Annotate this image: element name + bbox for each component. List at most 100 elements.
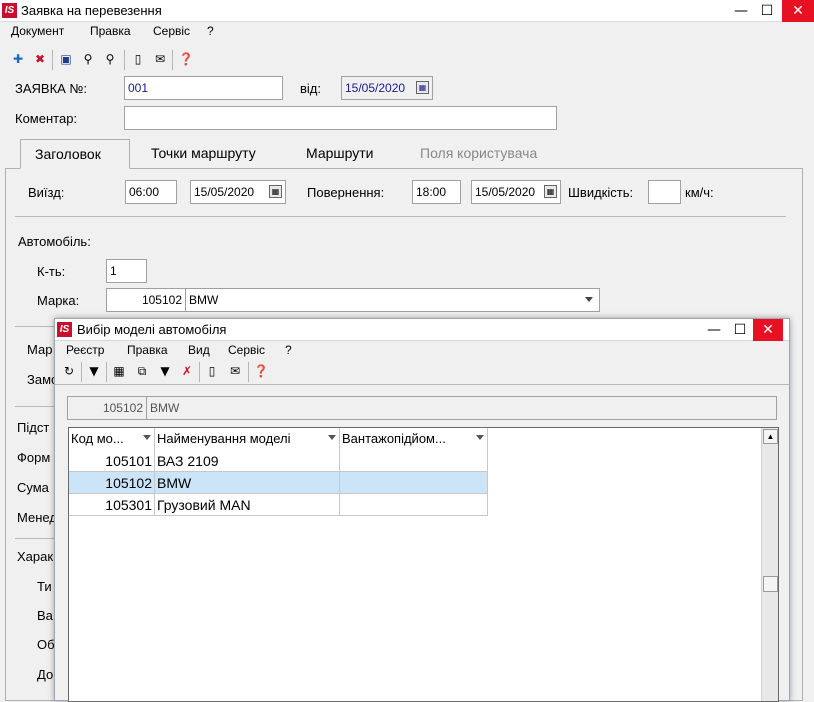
speed-unit-label: км/ч: bbox=[685, 185, 714, 200]
scroll-up-icon[interactable]: ▲ bbox=[763, 429, 778, 444]
table-row[interactable]: 105101 ВАЗ 2109 bbox=[69, 450, 488, 472]
return-label: Повернення: bbox=[307, 185, 385, 200]
return-date-field[interactable]: 15/05/2020 ▦ bbox=[471, 180, 561, 204]
models-grid: Код мо... Найменування моделі Вантажопід… bbox=[68, 427, 779, 702]
hidden-label: До bbox=[37, 667, 54, 682]
column-header-capacity[interactable]: Вантажопідйом... bbox=[340, 428, 488, 450]
chevron-down-icon[interactable] bbox=[585, 297, 593, 302]
departure-time-field[interactable]: 06:00 bbox=[125, 180, 177, 204]
window-title: Заявка на перевезення bbox=[21, 3, 162, 18]
tab-header[interactable]: Заголовок bbox=[20, 139, 130, 169]
request-date-field[interactable]: 15/05/2020 ▦ bbox=[341, 76, 433, 100]
main-menubar: Документ Правка Сервіс ? bbox=[0, 22, 814, 42]
main-titlebar: IS Заявка на перевезення — ☐ ✕ bbox=[0, 0, 814, 22]
calendar-icon[interactable]: ▦ bbox=[269, 185, 282, 198]
help-icon[interactable]: ❓ bbox=[176, 48, 196, 70]
brand-label: Марка: bbox=[37, 293, 80, 308]
cell-code: 105102 bbox=[69, 472, 155, 494]
return-time-field[interactable]: 18:00 bbox=[412, 180, 461, 204]
request-number-label: ЗАЯВКА №: bbox=[15, 81, 87, 96]
search-icon[interactable]: ⚲ bbox=[78, 48, 98, 70]
divider bbox=[15, 326, 55, 327]
dialog-menu-service[interactable]: Сервіс bbox=[228, 343, 265, 357]
dialog-titlebar: IS Вибір моделі автомобіля — ☐ ✕ bbox=[55, 319, 789, 341]
departure-date-field[interactable]: 15/05/2020 ▦ bbox=[190, 180, 286, 204]
request-date-value: 15/05/2020 bbox=[345, 81, 406, 95]
hidden-label: Підст bbox=[17, 420, 50, 435]
refresh-icon[interactable]: ↻ bbox=[59, 360, 79, 382]
divider bbox=[15, 538, 55, 539]
scroll-thumb[interactable] bbox=[763, 576, 778, 592]
speed-label: Швидкість: bbox=[568, 185, 634, 200]
divider bbox=[15, 216, 786, 217]
cell-name: ВАЗ 2109 bbox=[155, 450, 340, 472]
tab-route-points[interactable]: Точки маршруту bbox=[137, 139, 270, 169]
page-icon[interactable]: ▯ bbox=[202, 360, 222, 382]
cell-name: Грузовий MAN bbox=[155, 494, 340, 516]
mail-icon[interactable]: ✉ bbox=[225, 360, 245, 382]
chevron-down-icon[interactable] bbox=[328, 435, 336, 440]
table-icon[interactable]: ▦ bbox=[109, 360, 129, 382]
menu-document[interactable]: Документ bbox=[11, 24, 64, 38]
clear-filter-icon[interactable]: ✗ bbox=[177, 360, 197, 382]
dialog-menu-registry[interactable]: Реєстр bbox=[66, 343, 104, 357]
hidden-label: Сума bbox=[17, 480, 49, 495]
maximize-button[interactable]: ☐ bbox=[754, 0, 780, 22]
calendar-icon[interactable]: ▦ bbox=[416, 81, 429, 94]
dialog-title: Вибір моделі автомобіля bbox=[77, 322, 227, 337]
comment-field[interactable] bbox=[124, 106, 557, 130]
close-button[interactable]: ✕ bbox=[782, 0, 814, 22]
cell-capacity bbox=[340, 494, 488, 516]
save-icon[interactable]: ▣ bbox=[56, 48, 76, 70]
request-number-field[interactable]: 001 bbox=[124, 76, 283, 100]
dialog-close-button[interactable]: ✕ bbox=[753, 319, 783, 341]
menu-help[interactable]: ? bbox=[207, 24, 214, 38]
dialog-menu-help[interactable]: ? bbox=[285, 343, 292, 357]
divider bbox=[15, 406, 55, 407]
count-field[interactable]: 1 bbox=[106, 259, 147, 283]
table-row-selected[interactable]: 105102 BMW bbox=[69, 472, 488, 494]
minimize-button[interactable]: — bbox=[728, 0, 754, 22]
find-replace-icon[interactable]: ⚲ bbox=[100, 48, 120, 70]
hidden-label: Форм bbox=[17, 450, 51, 465]
selected-name-field: BMW bbox=[146, 396, 777, 420]
column-header-name[interactable]: Найменування моделі bbox=[155, 428, 340, 450]
speed-field[interactable] bbox=[648, 180, 681, 204]
column-header-code[interactable]: Код мо... bbox=[69, 428, 155, 450]
filter-icon[interactable]: ▼ bbox=[84, 360, 104, 382]
chevron-down-icon[interactable] bbox=[476, 435, 484, 440]
app-logo: IS bbox=[2, 3, 17, 18]
page-icon[interactable]: ▯ bbox=[128, 48, 148, 70]
hidden-label: Менед bbox=[17, 510, 57, 525]
departure-label: Виїзд: bbox=[28, 185, 65, 200]
mail-icon[interactable]: ✉ bbox=[150, 48, 170, 70]
count-label: К-ть: bbox=[37, 264, 66, 279]
delete-doc-icon[interactable]: ✖ bbox=[30, 48, 50, 70]
tab-user-fields[interactable]: Поля користувача bbox=[406, 139, 551, 169]
tab-routes[interactable]: Маршрути bbox=[292, 139, 387, 169]
cell-code: 105301 bbox=[69, 494, 155, 516]
add-doc-icon[interactable]: ✚ bbox=[8, 48, 28, 70]
dialog-maximize-button[interactable]: ☐ bbox=[727, 319, 753, 341]
vertical-scrollbar[interactable]: ▲ bbox=[761, 428, 778, 701]
funnel-icon[interactable]: ▼ bbox=[155, 360, 175, 382]
help-icon[interactable]: ❓ bbox=[251, 360, 271, 382]
hidden-label: Ва bbox=[37, 608, 53, 623]
car-model-dialog: IS Вибір моделі автомобіля — ☐ ✕ Реєстр … bbox=[54, 318, 790, 702]
menu-service[interactable]: Сервіс bbox=[153, 24, 190, 38]
menu-edit[interactable]: Правка bbox=[90, 24, 131, 38]
chevron-down-icon[interactable] bbox=[143, 435, 151, 440]
brand-name-value: BMW bbox=[189, 293, 219, 307]
dialog-menu-view[interactable]: Вид bbox=[188, 343, 210, 357]
cell-name: BMW bbox=[155, 472, 340, 494]
brand-name-field[interactable]: BMW bbox=[185, 288, 600, 312]
dialog-menu-edit[interactable]: Правка bbox=[127, 343, 168, 357]
calendar-icon[interactable]: ▦ bbox=[544, 185, 557, 198]
cell-capacity bbox=[340, 472, 488, 494]
copy-icon[interactable]: ⧉ bbox=[132, 360, 152, 382]
table-row[interactable]: 105301 Грузовий MAN bbox=[69, 494, 488, 516]
divider bbox=[55, 384, 789, 385]
departure-date-value: 15/05/2020 bbox=[194, 185, 255, 199]
dialog-minimize-button[interactable]: — bbox=[701, 319, 727, 341]
brand-code-field[interactable]: 105102 bbox=[106, 288, 186, 312]
